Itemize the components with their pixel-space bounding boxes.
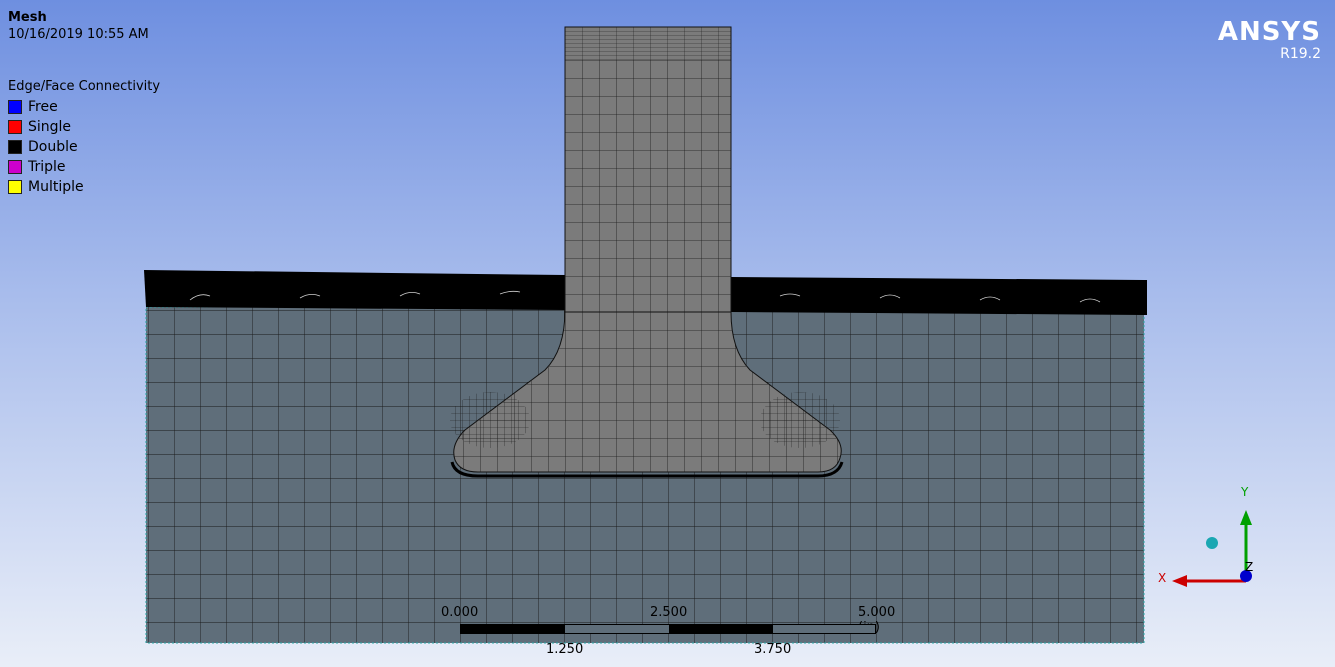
legend-swatch-triple xyxy=(8,160,22,174)
legend-label-multiple: Multiple xyxy=(28,179,84,195)
legend-item-single: Single xyxy=(8,117,71,137)
scale-label-1250: 1.250 xyxy=(546,642,584,657)
legend-swatch-single xyxy=(8,120,22,134)
triad-x-label: X xyxy=(1158,571,1167,585)
mesh-timestamp: 10/16/2019 10:55 AM xyxy=(8,27,149,42)
legend-item-triple: Triple xyxy=(8,157,66,177)
legend-swatch-free xyxy=(8,100,22,114)
triad-y-label: Y xyxy=(1241,485,1249,499)
legend-swatch-multiple xyxy=(8,180,22,194)
legend-item-free: Free xyxy=(8,97,58,117)
scale-bar-segments xyxy=(460,624,876,634)
scale-label-3750: 3.750 xyxy=(754,642,792,657)
scale-label-0: 0.000 xyxy=(441,605,479,620)
brand-name: ANSYS xyxy=(1217,17,1321,47)
scale-segment-3 xyxy=(669,625,773,633)
scale-segment-1 xyxy=(461,625,565,633)
legend-label-free: Free xyxy=(28,99,58,115)
axis-triad[interactable]: Y X Z xyxy=(1150,480,1260,595)
stem-mesh xyxy=(564,26,732,313)
legend-label-triple: Triple xyxy=(28,159,66,175)
legend-label-double: Double xyxy=(28,139,78,155)
legend-item-multiple: Multiple xyxy=(8,177,84,197)
brand-version: R19.2 xyxy=(1280,46,1321,62)
graphics-viewport[interactable] xyxy=(0,0,1335,667)
legend-item-double: Double xyxy=(8,137,78,157)
mesh-title: Mesh xyxy=(8,10,47,25)
legend-swatch-double xyxy=(8,140,22,154)
triad-z-label: Z xyxy=(1245,560,1254,574)
scale-bar: 0.000 2.500 5.000 (in) 1.250 3.750 xyxy=(440,605,900,660)
legend-title: Edge/Face Connectivity xyxy=(8,79,161,94)
ansys-logo: ANSYS R19.2 xyxy=(1218,18,1321,62)
legend-label-single: Single xyxy=(28,119,72,135)
scale-label-2500: 2.500 xyxy=(650,605,688,620)
